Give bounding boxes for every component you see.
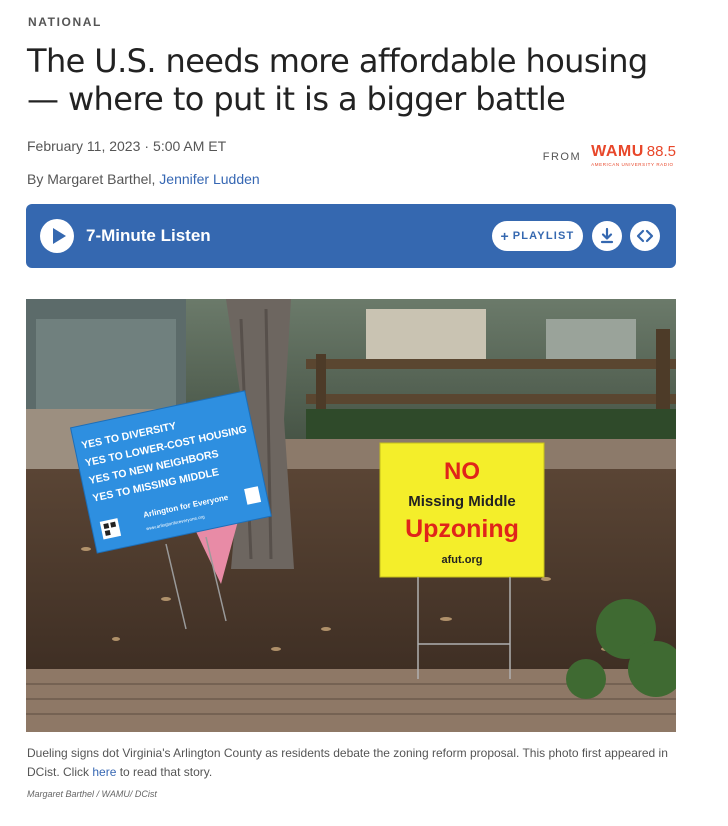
publish-time: 5:00 AM ET: [153, 138, 227, 154]
station-tagline: AMERICAN UNIVERSITY RADIO: [591, 162, 674, 167]
play-icon: [53, 228, 66, 244]
download-button[interactable]: [592, 221, 622, 251]
dateline: February 11, 2023 · 5:00 AM ET: [27, 138, 226, 154]
article-photo[interactable]: YES TO DIVERSITY YES TO LOWER-COST HOUSI…: [26, 299, 676, 732]
background-building: [366, 309, 486, 359]
byline: By Margaret Barthel, Jennifer Ludden: [27, 171, 260, 187]
from-label: FROM: [542, 151, 582, 163]
dateline-separator: ·: [144, 138, 150, 154]
caption-text-end: to read that story.: [116, 765, 213, 779]
qr-code: [99, 518, 122, 540]
embed-button[interactable]: [630, 221, 660, 251]
station-name: WAMU: [591, 143, 644, 160]
wamu-logo[interactable]: WAMU 88.5 AMERICAN UNIVERSITY RADIO: [591, 143, 676, 167]
no-sign-line-4: afut.org: [442, 554, 483, 566]
photo-caption: Dueling signs dot Virginia's Arlington C…: [27, 744, 677, 782]
embed-icon: [636, 229, 654, 243]
publish-date: February 11, 2023: [27, 138, 141, 154]
no-sign-line-3: Upzoning: [405, 515, 519, 543]
no-sign-line-2: Missing Middle: [408, 493, 516, 510]
play-button[interactable]: [40, 219, 74, 253]
no-sign: NO Missing Middle Upzoning afut.org: [379, 442, 545, 578]
caption-link[interactable]: here: [92, 765, 116, 779]
byline-text: By Margaret Barthel,: [27, 171, 160, 187]
download-icon: [600, 227, 614, 244]
author-link[interactable]: Jennifer Ludden: [159, 171, 259, 187]
headline: The U.S. needs more affordable housing —…: [27, 42, 648, 118]
photo-credit: Margaret Barthel / WAMU/ DCist: [27, 789, 157, 799]
photo-scene: YES TO DIVERSITY YES TO LOWER-COST HOUSI…: [26, 299, 676, 732]
add-to-playlist-button[interactable]: + PLAYLIST: [492, 221, 583, 251]
station-frequency: 88.5: [646, 143, 676, 160]
listen-duration-label: 7-Minute Listen: [86, 226, 211, 245]
audio-player: 7-Minute Listen + PLAYLIST: [26, 204, 676, 268]
section-link[interactable]: NATIONAL: [28, 15, 102, 29]
no-sign-line-1: NO: [444, 458, 480, 485]
playlist-label: PLAYLIST: [512, 230, 575, 242]
plus-icon: +: [500, 228, 509, 244]
wooden-fence: [306, 359, 676, 369]
source-attribution: FROM WAMU 88.5 AMERICAN UNIVERSITY RADIO: [543, 143, 676, 167]
